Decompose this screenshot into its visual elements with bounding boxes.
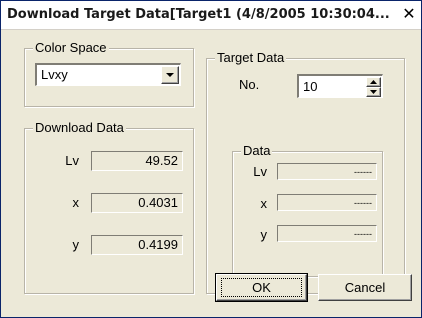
data-y-label: y xyxy=(260,227,268,242)
download-y-label: y xyxy=(72,237,80,252)
data-x-label: x xyxy=(260,196,268,211)
download-data-legend: Download Data xyxy=(33,120,126,136)
target-number-value: 10 xyxy=(303,79,318,94)
target-data-group: Target Data No. 10 Data Lv ------ x ----… xyxy=(206,50,405,294)
download-y-value: 0.4199 xyxy=(91,235,183,255)
target-number-spinner[interactable]: 10 xyxy=(297,74,383,98)
data-y-value: ------ xyxy=(277,225,377,242)
download-target-data-dialog: Download Target Data[Target1 (4/8/2005 1… xyxy=(0,0,422,318)
spin-down-button[interactable] xyxy=(366,87,381,97)
title-bar[interactable]: Download Target Data[Target1 (4/8/2005 1… xyxy=(1,1,421,30)
target-data-legend: Target Data xyxy=(215,50,287,66)
download-lv-value: 49.52 xyxy=(91,151,183,171)
download-x-value: 0.4031 xyxy=(91,193,183,213)
close-button[interactable]: ✕ xyxy=(400,5,418,23)
cancel-button-label: Cancel xyxy=(344,280,386,295)
download-lv-label: Lv xyxy=(65,153,79,168)
ok-button[interactable]: OK xyxy=(215,273,308,302)
arrow-up-icon xyxy=(370,80,377,84)
download-data-group: Download Data Lv 49.52 x 0.4031 y 0.4199 xyxy=(24,120,194,294)
spin-up-button[interactable] xyxy=(366,77,381,87)
color-space-select[interactable]: Lvxy xyxy=(35,63,181,86)
dialog-client-area: Color Space Lvxy Target Data No. 10 Data… xyxy=(1,30,421,317)
color-space-dropdown-button[interactable] xyxy=(161,66,179,84)
data-group: Data Lv ------ x ------ y ------ xyxy=(232,143,383,277)
data-legend: Data xyxy=(241,143,273,159)
target-number-label: No. xyxy=(239,77,260,92)
color-space-group: Color Space Lvxy xyxy=(24,40,194,107)
arrow-down-icon xyxy=(370,90,377,94)
download-x-label: x xyxy=(72,195,80,210)
window-title: Download Target Data[Target1 (4/8/2005 1… xyxy=(7,7,390,22)
chevron-down-icon xyxy=(166,73,174,77)
data-x-value: ------ xyxy=(277,194,377,211)
data-lv-label: Lv xyxy=(253,164,267,179)
focus-indicator xyxy=(221,278,302,297)
color-space-legend: Color Space xyxy=(33,40,109,56)
cancel-button[interactable]: Cancel xyxy=(318,274,412,301)
color-space-selected-value: Lvxy xyxy=(41,67,68,82)
close-icon: ✕ xyxy=(402,4,416,23)
data-lv-value: ------ xyxy=(277,163,377,180)
